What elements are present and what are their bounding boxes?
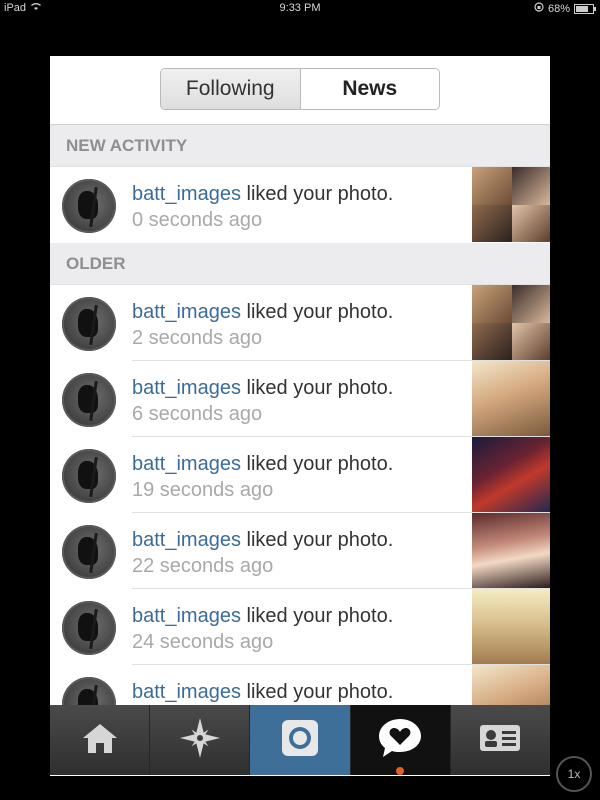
zoom-button[interactable]: 1x: [556, 756, 592, 792]
username-link[interactable]: batt_images: [132, 605, 241, 627]
status-time: 9:33 PM: [279, 2, 321, 14]
activity-row[interactable]: batt_images liked your photo. 22 seconds…: [50, 513, 550, 589]
avatar[interactable]: [62, 449, 116, 503]
tab-profile[interactable]: [450, 705, 551, 775]
activity-action: liked your photo.: [240, 605, 394, 627]
speech-heart-icon: [377, 717, 423, 764]
activity-action: liked your photo.: [240, 377, 394, 399]
tab-news[interactable]: [350, 705, 451, 775]
section-header-new-activity: NEW ACTIVITY: [50, 125, 550, 167]
activity-row[interactable]: batt_images liked your photo. 2 seconds …: [50, 285, 550, 361]
battery-icon: [574, 3, 596, 14]
activity-time: 19 seconds ago: [132, 479, 274, 501]
older-activity-list: batt_images liked your photo. 2 seconds …: [50, 285, 550, 741]
activity-time: 6 seconds ago: [132, 403, 263, 425]
avatar[interactable]: [62, 601, 116, 655]
activity-row[interactable]: batt_images liked your photo. 19 seconds…: [50, 437, 550, 513]
tab-home[interactable]: [50, 705, 151, 775]
username-link[interactable]: batt_images: [132, 377, 241, 399]
status-bar: iPad 9:33 PM 68%: [0, 0, 600, 18]
compass-icon: [178, 716, 222, 765]
photo-thumbnail[interactable]: [472, 589, 550, 664]
photo-thumbnail[interactable]: [472, 513, 550, 588]
activity-action: liked your photo.: [240, 529, 394, 551]
rotation-lock-icon: [534, 2, 544, 15]
activity-action: liked your photo.: [240, 301, 394, 323]
battery-percent: 68%: [547, 2, 570, 15]
new-activity-list: batt_images liked your photo. 0 seconds …: [50, 167, 550, 243]
username-link[interactable]: batt_images: [132, 301, 241, 323]
avatar[interactable]: [62, 179, 116, 233]
home-icon: [80, 721, 120, 760]
top-bar: Following News: [50, 56, 550, 125]
username-link[interactable]: batt_images: [132, 529, 241, 551]
activity-row[interactable]: batt_images liked your photo. 0 seconds …: [50, 167, 550, 243]
username-link[interactable]: batt_images: [132, 453, 241, 475]
activity-row[interactable]: batt_images liked your photo. 6 seconds …: [50, 361, 550, 437]
activity-action: liked your photo.: [240, 183, 394, 205]
avatar[interactable]: [62, 373, 116, 427]
activity-time: 24 seconds ago: [132, 631, 274, 653]
activity-time: 0 seconds ago: [132, 209, 263, 231]
activity-screen: Following News NEW ACTIVITY batt_images …: [50, 56, 550, 776]
section-header-older: OLDER: [50, 243, 550, 285]
photo-thumbnail[interactable]: [472, 361, 550, 436]
tab-following[interactable]: Following: [161, 69, 301, 109]
activity-segmented-control: Following News: [160, 68, 440, 110]
bottom-tab-bar: [50, 705, 551, 775]
activity-time: 22 seconds ago: [132, 555, 274, 577]
tab-news[interactable]: News: [300, 69, 439, 109]
activity-time: 2 seconds ago: [132, 327, 263, 349]
avatar[interactable]: [62, 525, 116, 579]
photo-thumbnail[interactable]: [472, 167, 550, 242]
username-link[interactable]: batt_images: [132, 681, 241, 703]
photo-thumbnail[interactable]: [472, 437, 550, 512]
photo-thumbnail[interactable]: [472, 285, 550, 360]
activity-action: liked your photo.: [240, 453, 394, 475]
camera-icon: [279, 717, 321, 764]
activity-action: liked your photo.: [240, 681, 394, 703]
profile-card-icon: [478, 721, 522, 760]
avatar[interactable]: [62, 297, 116, 351]
tab-explore[interactable]: [150, 705, 251, 775]
activity-row[interactable]: batt_images liked your photo. 24 seconds…: [50, 589, 550, 665]
username-link[interactable]: batt_images: [132, 183, 241, 205]
tab-camera[interactable]: [250, 705, 351, 775]
notification-dot: [396, 767, 405, 775]
